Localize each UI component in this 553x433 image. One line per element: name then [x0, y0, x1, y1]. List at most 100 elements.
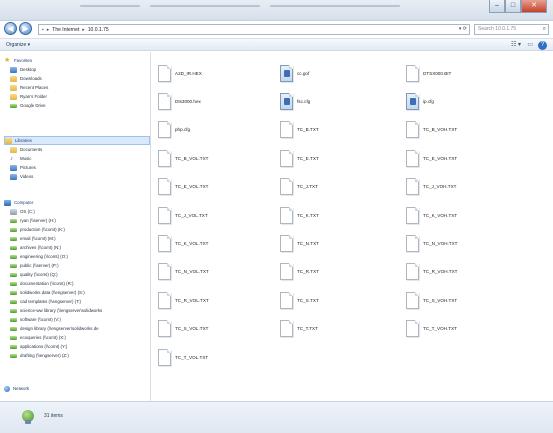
sidebar-item-favorites[interactable]: ★ Favorites [4, 56, 32, 65]
file-item[interactable]: TC_J.TXT [280, 178, 318, 196]
drive-icon [10, 208, 17, 215]
sidebar-item-documents[interactable]: Documents [10, 145, 42, 154]
file-item[interactable]: TC_N_VOH.TXT [406, 234, 457, 252]
window-controls: – □ ✕ [489, 0, 547, 13]
sidebar-item-network-drive[interactable]: email (\\comt) (M:) [10, 234, 56, 243]
sidebar-item-network[interactable]: Network [4, 384, 29, 393]
sidebar-item-drive[interactable]: OS (C:) [10, 207, 35, 216]
sidebar-item-network-drive[interactable]: cad templates (\\engserver) (T:) [10, 297, 81, 306]
breadcrumb-item[interactable]: 10.0.1.75 [88, 27, 109, 33]
file-item[interactable]: cc.gof [280, 64, 309, 82]
close-button[interactable]: ✕ [521, 0, 547, 13]
network-drive-icon [10, 353, 17, 358]
network-drive-icon [10, 281, 17, 286]
back-button[interactable]: ◀ [4, 22, 17, 35]
file-item[interactable]: TC_S_VOL.TXT [158, 320, 208, 338]
sidebar-item-music[interactable]: ♪ Music [10, 154, 31, 163]
breadcrumb-item[interactable]: The Internet [52, 27, 79, 33]
file-name: TC_S.TXT [297, 297, 319, 303]
file-item[interactable]: ip.cfg [406, 92, 434, 110]
network-drive-icon [10, 290, 17, 295]
sidebar-item-network-drive[interactable]: public (\\server) (P:) [10, 261, 59, 270]
sidebar-item-libraries[interactable]: Libraries [4, 136, 150, 145]
file-item[interactable]: TC_R.TXT [280, 263, 319, 281]
sidebar-item-network-drive[interactable]: quality (\\comt) (Q:) [10, 270, 58, 279]
computer-icon [4, 199, 11, 206]
title-blur [80, 5, 140, 7]
file-item[interactable]: TC_E.TXT [280, 149, 319, 167]
help-icon[interactable]: ? [538, 41, 547, 50]
sidebar-item-network-drive[interactable]: solidworks data (\\engserver) (S:) [10, 288, 85, 297]
sidebar-item-network-drive[interactable]: software (\\comt) (V:) [10, 315, 61, 324]
sidebar-item-desktop[interactable]: Desktop [10, 65, 36, 74]
sidebar-item-network-drive[interactable]: design library (\\engserver\solidworks d… [10, 324, 99, 333]
file-item[interactable]: A2D_IR.HEX [158, 64, 202, 82]
file-name: fsc.cfg [297, 98, 311, 104]
organize-button[interactable]: Organize ▾ [6, 42, 30, 48]
file-item[interactable]: TC_T_VOL.TXT [158, 348, 208, 366]
sidebar-item-network-drive[interactable]: engineering (\\comt) (O:) [10, 252, 68, 261]
file-item[interactable]: TC_T.TXT [280, 320, 318, 338]
file-item[interactable]: TC_R_VOL.TXT [158, 291, 209, 309]
network-drive-icon [10, 263, 17, 268]
sidebar-item-downloads[interactable]: Downloads [10, 74, 42, 83]
sidebar-item-network-drive[interactable]: science-ww library (\\engserver\solidwor… [10, 306, 102, 315]
file-item[interactable]: TC_E_VOL.TXT [158, 178, 208, 196]
sidebar-item-network-drive[interactable]: ryan (\\server) (H:) [10, 216, 56, 225]
sidebar-item-network-drive[interactable]: drafting (\\engserver) (Z:) [10, 351, 69, 360]
file-item[interactable]: TC_S.TXT [280, 291, 319, 309]
file-item[interactable]: TC_E_VOH.TXT [406, 149, 457, 167]
preview-pane-icon[interactable]: ▭ [527, 41, 533, 48]
file-item[interactable]: php.cfg [158, 121, 190, 139]
navigation-pane: ★ Favorites Desktop Downloads Recent Pla… [0, 52, 151, 401]
file-item[interactable]: DTSX000.BIT [406, 64, 451, 82]
search-icon[interactable]: ⌕ [543, 25, 546, 34]
file-item[interactable]: TC_N_VOL.TXT [158, 263, 209, 281]
file-item[interactable]: TC_N.TXT [280, 234, 319, 252]
videos-icon [10, 173, 17, 180]
file-item[interactable]: TC_R_VOH.TXT [406, 263, 457, 281]
file-item[interactable]: fsc.cfg [280, 92, 310, 110]
text-file-icon [158, 320, 171, 338]
sidebar-item-computer[interactable]: Computer [4, 198, 33, 207]
views-icon[interactable]: ☷ ▾ [511, 41, 521, 48]
sidebar-item-ryans-folder[interactable]: Ryan's Folder [10, 92, 47, 101]
file-item[interactable]: TC_K_VOL.TXT [158, 234, 208, 252]
sidebar-item-videos[interactable]: Videos [10, 172, 33, 181]
search-input[interactable]: Search 10.0.1.75 ⌕ [474, 24, 549, 35]
minimize-button[interactable]: – [489, 0, 505, 13]
config-file-icon [280, 92, 293, 110]
text-file-icon [158, 149, 171, 167]
file-item[interactable]: TC_J_VOH.TXT [406, 178, 456, 196]
text-file-icon [158, 291, 171, 309]
sidebar-item-recent-places[interactable]: Recent Places [10, 83, 48, 92]
address-bar[interactable]: ▪ ▸ The Internet ▸ 10.0.1.75 ▾ ⟳ [38, 24, 470, 35]
sidebar-item-google-drive[interactable]: Google Drive [10, 101, 46, 110]
sidebar-item-pictures[interactable]: Pictures [10, 163, 36, 172]
text-file-icon [280, 234, 293, 252]
file-item[interactable]: TC_K_VOH.TXT [406, 206, 457, 224]
sidebar-item-network-drive[interactable]: production (\\comt) (K:) [10, 225, 65, 234]
text-file-icon [280, 320, 293, 338]
sidebar-item-network-drive[interactable]: ecoqueries (\\comt) (X:) [10, 333, 66, 342]
sidebar-item-network-drive[interactable]: applications (\\comt) (Y:) [10, 342, 67, 351]
file-name: TC_R.TXT [297, 269, 319, 275]
file-item[interactable]: TC_B_VOL.TXT [158, 149, 208, 167]
sidebar-item-network-drive[interactable]: archives (\\comt) (N:) [10, 243, 61, 252]
music-icon: ♪ [10, 155, 13, 162]
file-name: TC_K_VOL.TXT [175, 240, 209, 246]
recent-places-icon [10, 84, 17, 91]
text-file-icon [406, 206, 419, 224]
file-item[interactable]: TC_T_VOH.TXT [406, 320, 457, 338]
file-item[interactable]: TC_J_VOL.TXT [158, 206, 208, 224]
sidebar-item-network-drive[interactable]: documentation (\\comt) (R:) [10, 279, 73, 288]
forward-button[interactable]: ▶ [19, 22, 32, 35]
file-item[interactable]: Dts3000.hex [158, 92, 201, 110]
file-item[interactable]: TC_B.TXT [280, 121, 319, 139]
maximize-button[interactable]: □ [505, 0, 521, 13]
file-item[interactable]: TC_S_VOH.TXT [406, 291, 457, 309]
file-item[interactable]: TC_B_VOH.TXT [406, 121, 457, 139]
file-item[interactable]: TC_K.TXT [280, 206, 319, 224]
file-name: TC_K_VOH.TXT [423, 212, 458, 218]
refresh-icon[interactable]: ▾ ⟳ [459, 26, 467, 32]
